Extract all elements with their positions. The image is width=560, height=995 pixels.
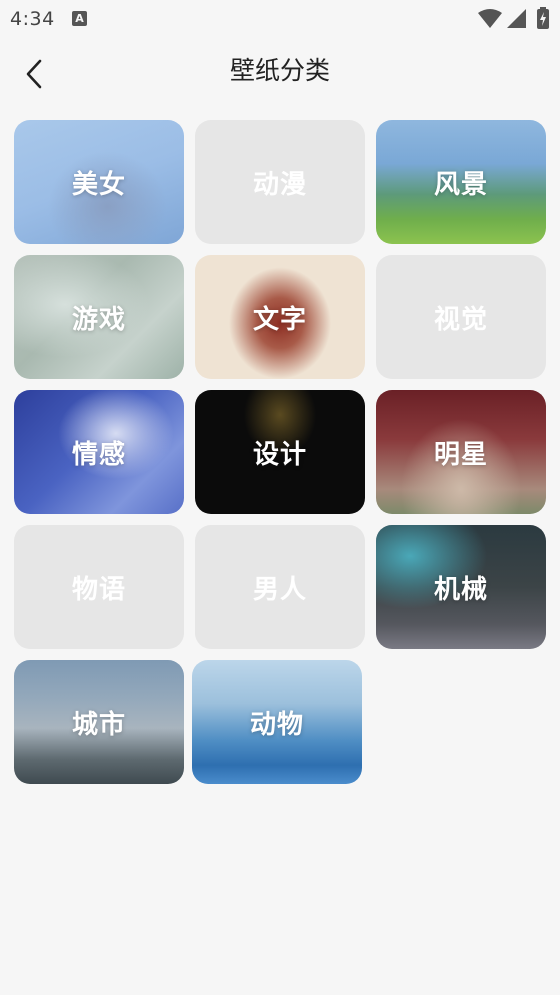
category-label: 设计 [252, 439, 307, 470]
category-tile-game[interactable]: 游戏 [14, 255, 184, 379]
category-tile-city[interactable]: 城市 [14, 660, 184, 784]
category-label: 城市 [71, 709, 126, 740]
category-label: 文字 [252, 304, 307, 335]
category-label: 男人 [252, 574, 307, 605]
category-tile-beauty[interactable]: 美女 [14, 120, 184, 244]
status-bar: 4:34 A [0, 0, 560, 40]
category-label: 风景 [433, 169, 488, 200]
category-label: 动漫 [252, 169, 307, 200]
category-label: 游戏 [71, 304, 126, 335]
notification-icon: A [72, 11, 87, 26]
category-tile-emotion[interactable]: 情感 [14, 390, 184, 514]
category-tile-anime[interactable]: 动漫 [195, 120, 365, 244]
category-tile-celebrity[interactable]: 明星 [376, 390, 546, 514]
battery-icon [537, 7, 549, 29]
status-time: 4:34 [10, 8, 55, 30]
category-tile-design[interactable]: 设计 [195, 390, 365, 514]
category-tile-story[interactable]: 物语 [14, 525, 184, 649]
category-label: 明星 [433, 439, 488, 470]
category-label: 情感 [71, 439, 126, 470]
wifi-icon [478, 9, 502, 28]
app-header: 壁纸分类 [0, 40, 560, 104]
category-tile-text[interactable]: 文字 [195, 255, 365, 379]
category-tile-scenery[interactable]: 风景 [376, 120, 546, 244]
category-tile-men[interactable]: 男人 [195, 525, 365, 649]
category-tile-machinery[interactable]: 机械 [376, 525, 546, 649]
category-label: 机械 [433, 574, 488, 605]
category-label: 动物 [249, 709, 304, 740]
signal-icon [507, 9, 526, 28]
category-label: 美女 [71, 169, 126, 200]
category-label: 视觉 [433, 304, 488, 335]
category-label: 物语 [71, 574, 126, 605]
category-tile-animal[interactable]: 动物 [192, 660, 362, 784]
category-tile-visual[interactable]: 视觉 [376, 255, 546, 379]
page-title: 壁纸分类 [229, 56, 330, 85]
